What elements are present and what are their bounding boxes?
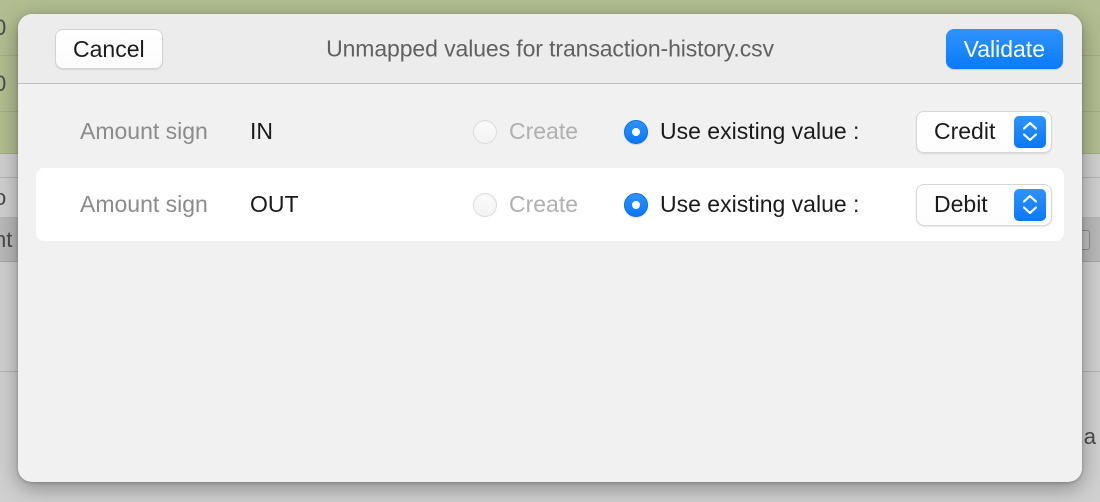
use-existing-label: Use existing value : xyxy=(660,118,860,144)
radio-use-existing-icon[interactable] xyxy=(624,119,648,144)
chevron-up-down-icon[interactable] xyxy=(1014,188,1046,221)
existing-value-select[interactable]: Credit xyxy=(916,110,1052,153)
create-label: Create xyxy=(509,118,579,144)
unmapped-values-dialog: Cancel Unmapped values for transaction-h… xyxy=(18,14,1082,482)
chevron-up-down-icon[interactable] xyxy=(1014,115,1046,148)
radio-create-icon[interactable] xyxy=(473,119,497,144)
mapping-row[interactable]: Amount sign IN Create Use existing value… xyxy=(36,95,1064,168)
background-row-text: nt xyxy=(0,226,13,252)
field-label: Amount sign xyxy=(80,118,208,144)
radio-create-icon[interactable] xyxy=(473,192,497,217)
validate-button[interactable]: Validate xyxy=(945,28,1063,69)
use-existing-label: Use existing value : xyxy=(660,191,860,217)
background-row-text: o xyxy=(0,186,6,209)
field-label: Amount sign xyxy=(80,191,208,217)
create-label: Create xyxy=(509,191,579,217)
use-existing-option[interactable]: Use existing value : xyxy=(624,118,859,145)
background-row-text: 0 xyxy=(0,16,6,39)
use-existing-option[interactable]: Use existing value : xyxy=(624,191,859,218)
existing-value-selected: Debit xyxy=(934,191,988,217)
create-option[interactable]: Create xyxy=(473,191,578,218)
background-row-text: 0 xyxy=(0,72,6,95)
dialog-title: Unmapped values for transaction-history.… xyxy=(326,35,774,61)
dialog-titlebar: Cancel Unmapped values for transaction-h… xyxy=(18,14,1082,84)
background-row-text: a xyxy=(1083,424,1096,449)
existing-value-select[interactable]: Debit xyxy=(916,183,1052,226)
field-value: OUT xyxy=(250,191,299,217)
create-option[interactable]: Create xyxy=(473,118,578,145)
radio-use-existing-icon[interactable] xyxy=(624,192,648,217)
unmapped-values-list: Amount sign IN Create Use existing value… xyxy=(18,84,1082,481)
field-value: IN xyxy=(250,118,273,144)
existing-value-selected: Credit xyxy=(934,118,996,144)
mapping-row[interactable]: Amount sign OUT Create Use existing valu… xyxy=(36,168,1064,241)
